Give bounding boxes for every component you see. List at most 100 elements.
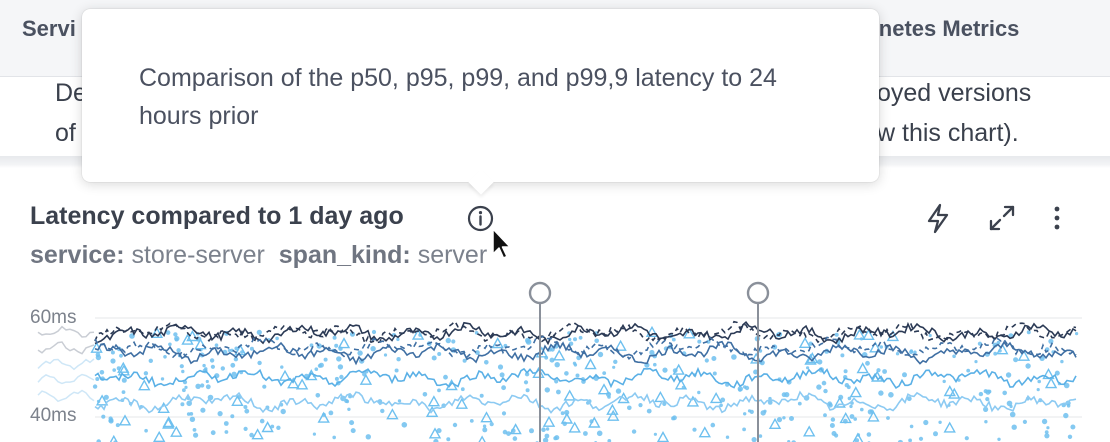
scatter-point	[189, 416, 196, 422]
scatter-point	[257, 360, 262, 366]
scatter-point	[923, 419, 929, 426]
latency-chart[interactable]	[0, 270, 1110, 442]
scatter-point	[554, 362, 560, 368]
scatter-point	[697, 339, 702, 344]
scatter-point	[823, 413, 827, 418]
scatter-point	[840, 353, 845, 358]
scatter-triangle	[138, 379, 151, 391]
scatter-point	[782, 416, 786, 420]
scatter-point	[1066, 404, 1071, 408]
scatter-point	[653, 432, 658, 436]
scatter-triangle	[427, 395, 441, 407]
scatter-point	[92, 384, 98, 389]
scatter-point	[200, 383, 205, 388]
scatter-point	[781, 392, 787, 398]
scatter-point	[966, 368, 971, 373]
scatter-point	[224, 430, 229, 434]
scatter-point	[978, 391, 984, 397]
scatter-point	[834, 332, 839, 337]
scatter-point	[328, 410, 334, 416]
scatter-point	[217, 411, 223, 417]
scatter-point	[276, 425, 281, 430]
scatter-point	[484, 360, 489, 365]
scatter-point	[339, 374, 344, 380]
more-vertical-icon[interactable]	[1040, 200, 1074, 236]
scatter-point	[499, 372, 505, 378]
scatter-triangle	[698, 426, 711, 438]
scatter-point	[909, 424, 914, 429]
scatter-point	[256, 329, 262, 335]
scatter-point	[179, 364, 184, 369]
scatter-point	[121, 377, 127, 383]
marker-layer	[528, 281, 770, 442]
scatter-point	[323, 357, 328, 362]
scatter-point	[497, 364, 504, 370]
scatter-point	[853, 417, 857, 421]
lightning-icon[interactable]	[921, 200, 955, 236]
scatter-triangle	[153, 430, 166, 442]
scatter-point	[243, 426, 248, 431]
scatter-point	[1025, 363, 1031, 369]
scatter-point	[743, 412, 747, 416]
scatter-point	[525, 388, 530, 393]
scatter-triangle	[560, 412, 574, 424]
scatter-point	[220, 366, 225, 371]
expand-icon[interactable]	[985, 200, 1019, 236]
scatter-point	[888, 392, 894, 398]
scatter-point	[230, 362, 236, 368]
scatter-point	[163, 355, 167, 359]
scatter-point	[184, 385, 188, 389]
scatter-point	[214, 343, 219, 347]
scatter-point	[168, 342, 172, 347]
scatter-point	[578, 335, 583, 340]
scatter-triangle	[542, 415, 556, 427]
scatter-point	[523, 380, 529, 385]
scatter-point	[230, 414, 235, 419]
scatter-point	[347, 407, 351, 411]
scatter-point	[280, 365, 284, 369]
scatter-point	[952, 354, 956, 359]
scatter-point	[844, 383, 849, 388]
scatter-point	[99, 370, 105, 375]
scatter-point	[545, 427, 550, 431]
scatter-point	[615, 388, 622, 394]
scatter-point	[189, 412, 194, 416]
scatter-point	[482, 427, 488, 433]
scatter-point	[913, 350, 917, 355]
tab-kubernetes-metrics[interactable]: ernetes Metrics	[858, 16, 1019, 42]
scatter-point	[985, 389, 991, 395]
scatter-point	[205, 379, 209, 384]
scatter-point	[312, 432, 316, 436]
scatter-point	[653, 362, 657, 367]
scatter-point	[602, 371, 607, 375]
deploy-marker-handle[interactable]	[746, 281, 770, 305]
scatter-point	[314, 367, 319, 371]
scatter-point	[446, 437, 451, 442]
scatter-point	[445, 337, 451, 344]
scatter-point	[942, 379, 946, 384]
scatter-point	[482, 424, 487, 428]
scatter-point	[280, 408, 286, 415]
scatter-point	[317, 363, 322, 368]
scatter-point	[1067, 434, 1073, 439]
scatter-point	[1063, 412, 1069, 419]
scatter-point	[612, 365, 616, 369]
deploy-marker-handle[interactable]	[528, 281, 552, 305]
scatter-triangle	[849, 386, 862, 398]
scatter-point	[144, 428, 148, 433]
panel-filters: service: store-server span_kind: server	[30, 241, 487, 270]
scatter-point	[349, 420, 355, 426]
scatter-point	[646, 408, 652, 414]
scatter-point	[1026, 330, 1031, 335]
series-line-4	[94, 366, 1077, 389]
scatter-point	[865, 360, 870, 366]
scatter-triangle	[833, 396, 846, 408]
scatter-point	[797, 401, 802, 406]
series-line-5	[94, 390, 1077, 414]
tab-services[interactable]: Servi	[22, 16, 76, 42]
scatter-point	[174, 335, 180, 342]
scatter-point	[501, 411, 507, 416]
scatter-point	[431, 355, 437, 361]
scatter-point	[176, 348, 181, 353]
scatter-point	[649, 349, 655, 356]
